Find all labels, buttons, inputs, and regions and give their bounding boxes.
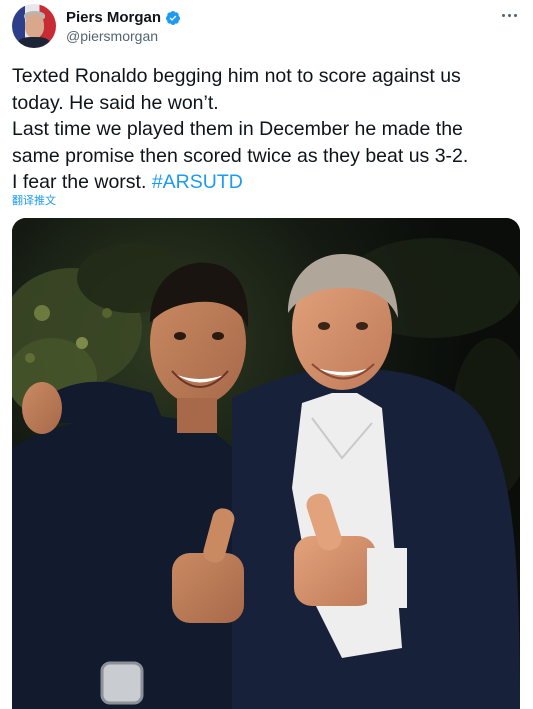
tweet-header: Piers Morgan @piersmorgan (0, 0, 533, 56)
tweet-text: Texted Ronaldo begging him not to score … (12, 63, 527, 196)
avatar-face (25, 14, 44, 38)
avatar[interactable] (12, 4, 56, 48)
tweet-line: Texted Ronaldo begging him not to score … (12, 65, 461, 87)
more-options-icon[interactable] (495, 4, 523, 26)
display-name[interactable]: Piers Morgan (66, 9, 161, 26)
tweet-line: today. He said he won’t. (12, 91, 219, 114)
tweet-photo[interactable] (12, 218, 520, 709)
translate-tweet-link[interactable]: 翻译推文 (12, 192, 56, 208)
verified-badge-icon (166, 10, 181, 25)
user-handle[interactable]: @piersmorgan (66, 28, 158, 44)
avatar-suit (18, 37, 50, 48)
tweet-line-last: I fear the worst. #ARSUTD (12, 169, 527, 196)
hashtag-link[interactable]: #ARSUTD (152, 171, 243, 193)
name-row: Piers Morgan (66, 9, 181, 26)
more-dot-icon (501, 13, 505, 17)
photo-illustration (12, 218, 520, 709)
tweet-line-text: I fear the worst. (12, 171, 152, 193)
more-dot-icon (507, 13, 511, 17)
tweet-line: same promise then scored twice as they b… (12, 144, 469, 167)
tweet-line: Last time we played them in December he … (12, 118, 463, 140)
more-dot-icon (513, 13, 517, 17)
